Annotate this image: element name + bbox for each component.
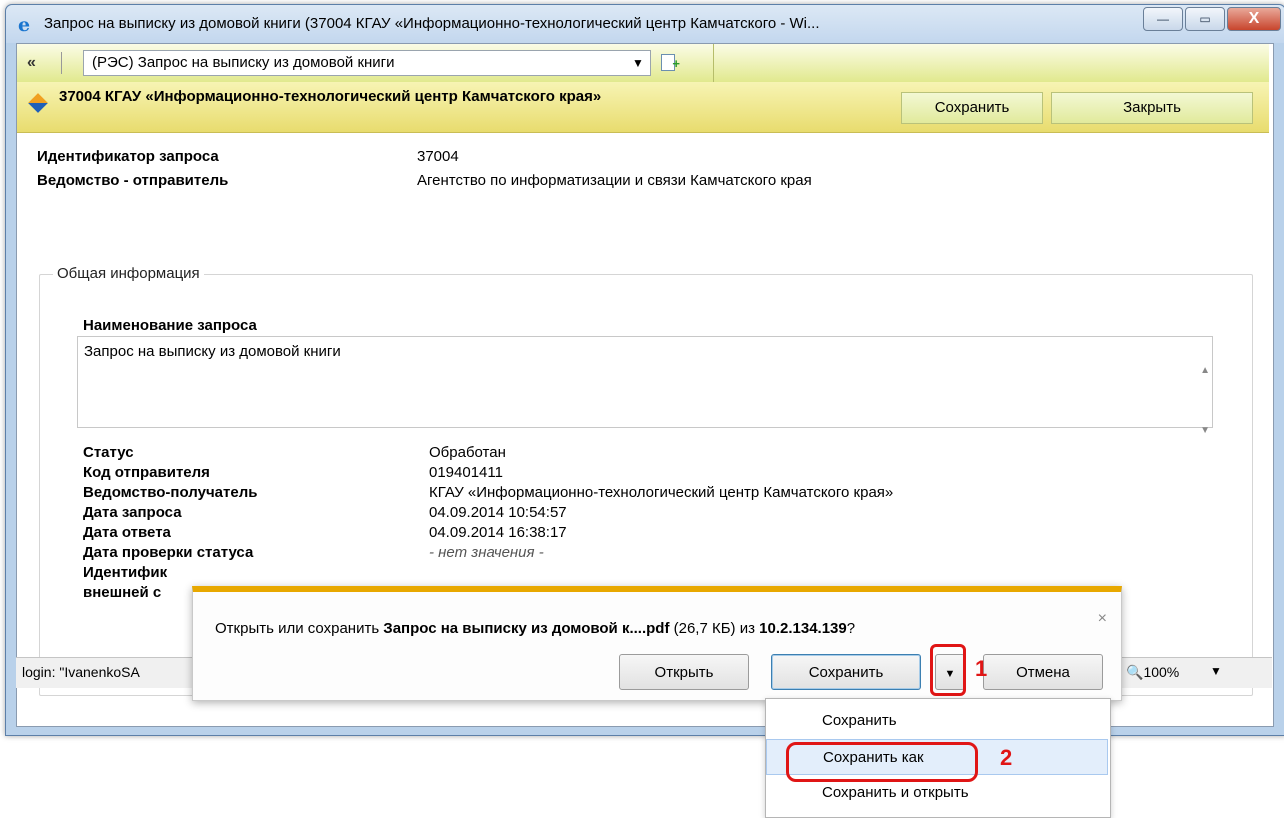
summary-label: Идентификатор запроса	[37, 148, 219, 165]
detail-label-response-date: Дата ответа	[83, 524, 171, 541]
title-bar: e Запрос на выписку из домовой книги (37…	[6, 5, 1284, 43]
zoom-value: 100%	[1143, 664, 1180, 680]
annotation-highlight-2	[786, 742, 978, 782]
close-button[interactable]: Закрыть	[1051, 92, 1253, 124]
detail-value-request-date: 04.09.2014 10:54:57	[429, 504, 567, 521]
detail-label-sender-code: Код отправителя	[83, 464, 210, 481]
download-host: 10.2.134.139	[759, 620, 847, 637]
annotation-number-1: 1	[975, 656, 988, 681]
zoom-level[interactable]: 🔍100%	[1126, 664, 1179, 681]
chevron-down-icon: ▼	[632, 56, 644, 70]
detail-label-recipient: Ведомство-получатель	[83, 484, 258, 501]
record-header: 37004 КГАУ «Информационно-технологически…	[17, 82, 1269, 133]
prompt-suffix: ?	[846, 620, 856, 637]
annotation-highlight-1	[930, 644, 966, 696]
detail-label-external-id-2: внешней с	[83, 584, 162, 601]
detail-value-status: Обработан	[429, 444, 506, 461]
general-info-legend: Общая информация	[53, 265, 204, 282]
detail-label-external-id-1: Идентифик	[83, 564, 168, 581]
request-name-label: Наименование запроса	[83, 317, 257, 334]
annotation-number-2: 2	[1000, 745, 1013, 770]
detail-value-status-check: - нет значения -	[429, 544, 544, 561]
collapse-back-button[interactable]: «	[27, 54, 36, 72]
detail-value-response-date: 04.09.2014 16:38:17	[429, 524, 567, 541]
download-size: (26,7 КБ) из	[669, 620, 760, 637]
window-controls: — ▭ X	[1143, 7, 1281, 31]
window-title: Запрос на выписку из домовой книги (3700…	[44, 15, 820, 32]
prompt-prefix: Открыть или сохранить	[215, 620, 384, 637]
record-diamond-icon	[28, 93, 48, 113]
login-status: login: "IvanenkoSA	[22, 664, 140, 680]
detail-value-sender-code: 019401411	[429, 464, 503, 481]
zoom-dropdown-icon[interactable]: ▼	[1210, 664, 1222, 678]
open-button[interactable]: Открыть	[619, 654, 749, 690]
download-notification: Открыть или сохранить Запрос на выписку …	[192, 586, 1122, 701]
toolbar-divider	[61, 52, 62, 74]
ie-icon: e	[18, 14, 31, 36]
summary-value: 37004	[417, 148, 459, 165]
textarea-scroll-icon[interactable]: ▲ ▼	[1200, 341, 1210, 461]
cancel-button[interactable]: Отмена	[983, 654, 1103, 690]
menu-item-save[interactable]: Сохранить	[766, 703, 1108, 739]
detail-value-recipient: КГАУ «Информационно-технологический цент…	[429, 484, 894, 501]
page-scrollbar[interactable]: ▲ ▼	[1273, 82, 1274, 720]
detail-label-request-date: Дата запроса	[83, 504, 182, 521]
download-prompt: Открыть или сохранить Запрос на выписку …	[215, 620, 855, 637]
document-type-select[interactable]: (РЭС) Запрос на выписку из домовой книги…	[83, 50, 680, 76]
request-name-field[interactable]: Запрос на выписку из домовой книги ▲ ▼	[77, 336, 1213, 436]
detail-label-status: Статус	[83, 444, 134, 461]
toolbar-tab-edge	[657, 44, 714, 82]
minimize-button[interactable]: —	[1143, 7, 1183, 31]
request-name-value: Запрос на выписку из домовой книги	[84, 343, 341, 360]
save-button[interactable]: Сохранить	[901, 92, 1043, 124]
close-window-button[interactable]: X	[1227, 7, 1281, 31]
summary-label: Ведомство - отправитель	[37, 172, 229, 189]
download-filename: Запрос на выписку из домовой к....pdf	[383, 620, 670, 637]
document-toolbar: « (РЭС) Запрос на выписку из домовой кни…	[17, 44, 1269, 83]
record-title: 37004 КГАУ «Информационно-технологически…	[59, 88, 602, 105]
maximize-button[interactable]: ▭	[1185, 7, 1225, 31]
document-type-value: (РЭС) Запрос на выписку из домовой книги	[92, 54, 395, 71]
close-icon[interactable]: ×	[1098, 610, 1107, 628]
detail-label-status-check: Дата проверки статуса	[83, 544, 254, 561]
save-download-button[interactable]: Сохранить	[771, 654, 921, 690]
summary-value: Агентство по информатизации и связи Камч…	[417, 172, 812, 189]
